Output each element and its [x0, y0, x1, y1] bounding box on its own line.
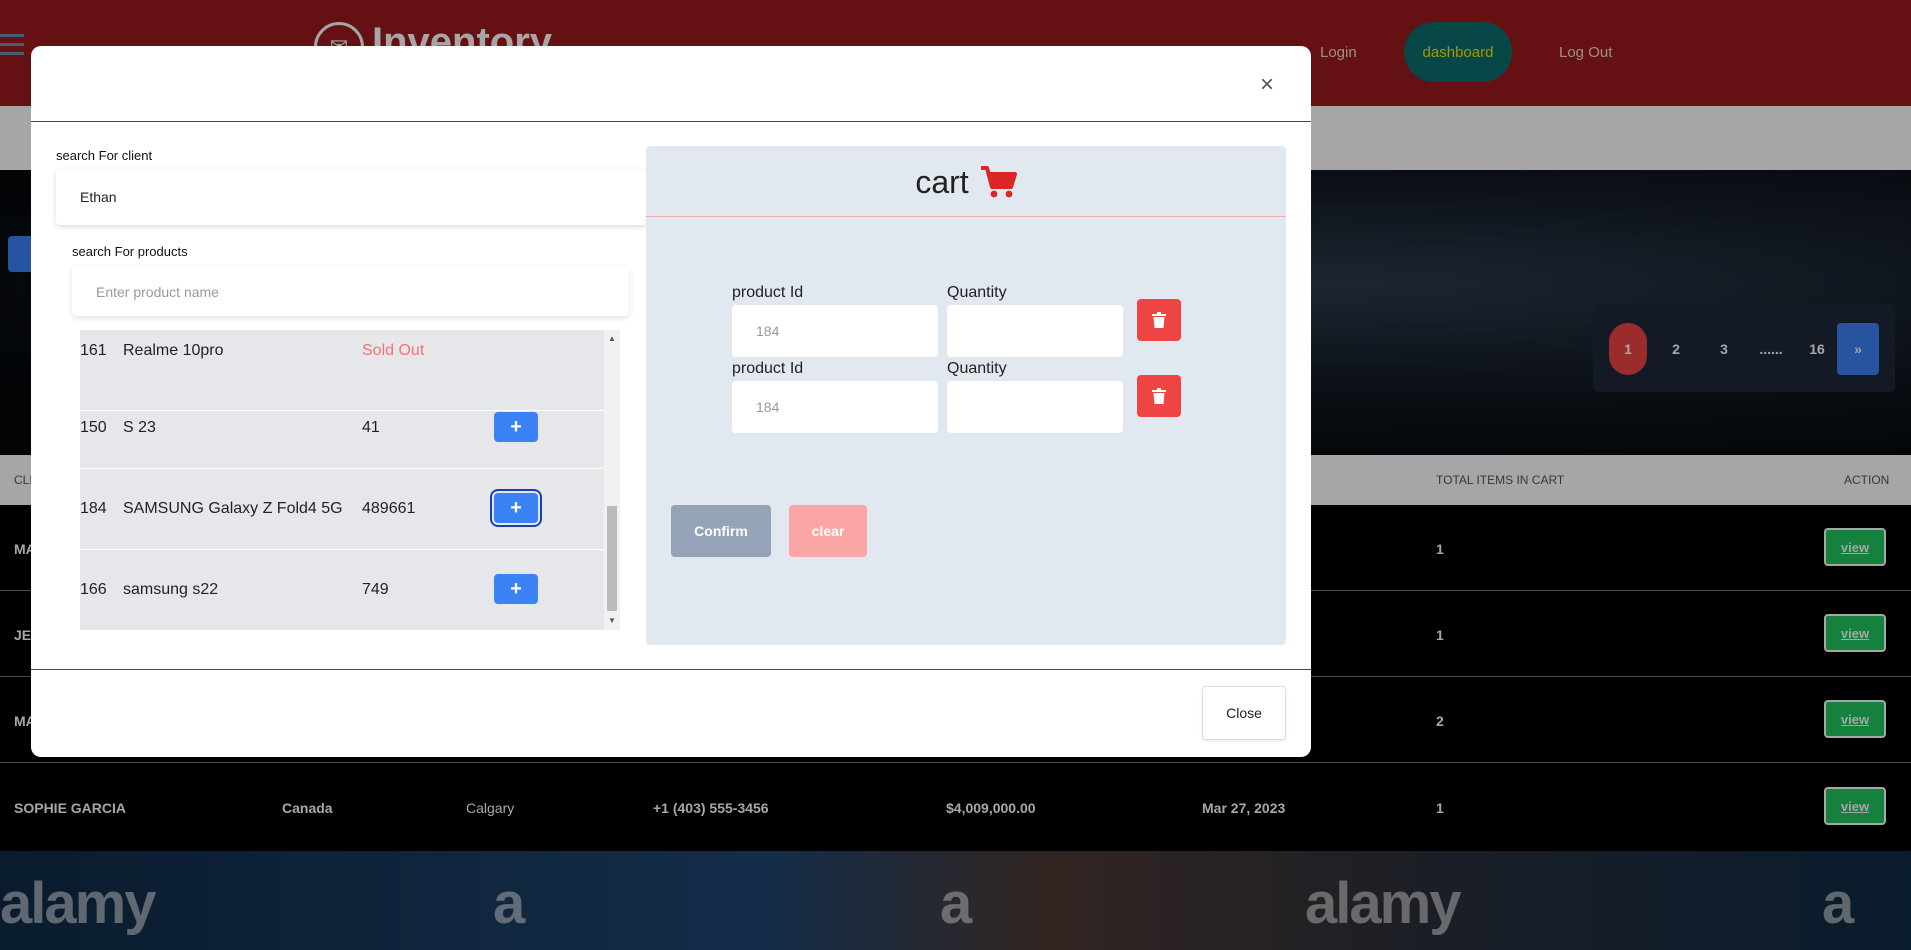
- cart-divider: [646, 216, 1286, 217]
- quantity-input[interactable]: [947, 305, 1123, 357]
- product-id-label: product Id: [732, 360, 804, 377]
- quantity-label: Quantity: [947, 284, 1007, 301]
- sold-out-label: Sold Out: [362, 342, 425, 359]
- clear-button[interactable]: clear: [789, 505, 867, 557]
- order-modal: × search For client Ethan search For pro…: [31, 46, 1311, 757]
- cart-title-row: cart: [646, 160, 1286, 204]
- product-search-input[interactable]: Enter product name: [72, 266, 629, 316]
- modal-header: ×: [31, 46, 1311, 122]
- product-name: samsung s22: [123, 581, 219, 598]
- trash-icon: [1152, 312, 1166, 328]
- add-to-cart-button[interactable]: +: [490, 489, 542, 527]
- confirm-button[interactable]: Confirm: [671, 505, 771, 557]
- product-name: S 23: [123, 419, 156, 436]
- list-item: 166 samsung s22 749 +: [80, 550, 604, 630]
- product-id: 161: [80, 342, 107, 359]
- list-scrollbar[interactable]: ▲ ▼: [604, 330, 620, 630]
- product-id: 166: [80, 581, 107, 598]
- product-stock: 749: [362, 581, 389, 598]
- quantity-input[interactable]: [947, 381, 1123, 433]
- close-button[interactable]: Close: [1202, 686, 1286, 740]
- modal-footer: [31, 669, 1311, 757]
- scroll-down-icon[interactable]: ▼: [608, 616, 616, 625]
- add-to-cart-button[interactable]: +: [494, 412, 538, 442]
- product-id-label: product Id: [732, 284, 804, 301]
- product-search-label: search For products: [72, 244, 188, 259]
- scroll-up-icon[interactable]: ▲: [608, 334, 616, 343]
- product-name: SAMSUNG Galaxy Z Fold4 5G: [123, 500, 343, 517]
- delete-line-button[interactable]: [1137, 299, 1181, 341]
- trash-icon: [1152, 388, 1166, 404]
- product-id: 150: [80, 419, 107, 436]
- close-icon[interactable]: ×: [1252, 70, 1282, 100]
- cart-panel: cart product Id Quantity 184 product Id …: [646, 146, 1286, 645]
- list-item: 150 S 23 41 +: [80, 388, 604, 469]
- product-id-input[interactable]: 184: [732, 305, 938, 357]
- scroll-thumb[interactable]: [607, 506, 617, 611]
- add-to-cart-button[interactable]: +: [494, 574, 538, 604]
- product-name: Realme 10pro: [123, 342, 224, 359]
- shopping-cart-icon: [980, 166, 1017, 198]
- product-stock: 489661: [362, 500, 416, 517]
- list-item: 184 SAMSUNG Galaxy Z Fold4 5G 489661 +: [80, 469, 604, 550]
- cart-title: cart: [915, 163, 969, 200]
- product-id: 184: [80, 500, 107, 517]
- delete-line-button[interactable]: [1137, 375, 1181, 417]
- quantity-label: Quantity: [947, 360, 1007, 377]
- product-stock: 41: [362, 419, 380, 436]
- client-search-label: search For client: [56, 148, 153, 163]
- client-search-input[interactable]: Ethan: [56, 169, 646, 225]
- product-list[interactable]: 161 Realme 10pro Sold Out 150 S 23 41 + …: [80, 330, 620, 630]
- product-id-input[interactable]: 184: [732, 381, 938, 433]
